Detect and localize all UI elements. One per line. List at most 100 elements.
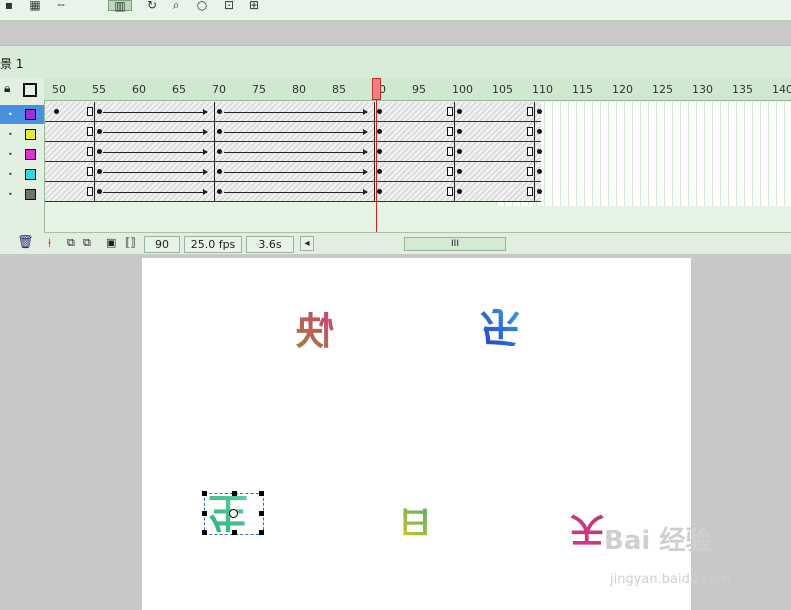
circle-icon[interactable]: ○ — [193, 0, 211, 12]
end-frame-marker[interactable] — [447, 187, 453, 196]
scroll-left-icon[interactable]: ◂ — [300, 236, 314, 251]
playhead[interactable] — [372, 78, 381, 100]
layers-icon[interactable]: ▦ — [26, 0, 44, 12]
end-frame-marker[interactable] — [87, 127, 93, 136]
end-frame-marker[interactable] — [527, 107, 533, 116]
end-frame-marker[interactable] — [527, 187, 533, 196]
current-frame-field[interactable]: 90 — [144, 236, 180, 253]
layer-color-swatch[interactable] — [25, 149, 36, 160]
end-frame-marker[interactable] — [87, 107, 93, 116]
doc-icon[interactable]: ▪ — [0, 0, 18, 12]
end-frame-marker[interactable] — [87, 187, 93, 196]
keyframe-divider — [374, 142, 375, 161]
keyframe-dot[interactable] — [217, 109, 222, 114]
end-frame-marker[interactable] — [87, 167, 93, 176]
onion-skin-icon[interactable]: ⧉ — [67, 236, 75, 250]
ruler-tick: 120 — [612, 83, 633, 96]
visibility-dot-icon[interactable]: • — [8, 190, 13, 199]
keyframe-dot[interactable] — [377, 189, 382, 194]
visibility-dot-icon[interactable]: • — [8, 170, 13, 179]
keyframe-dot[interactable] — [537, 129, 542, 134]
transform-pivot[interactable] — [229, 509, 238, 518]
end-frame-marker[interactable] — [447, 107, 453, 116]
zoom-icon[interactable]: ⌕ — [167, 0, 185, 12]
visibility-dot-icon[interactable]: • — [8, 150, 13, 159]
keyframe-dot[interactable] — [217, 129, 222, 134]
keyframe-dot[interactable] — [457, 129, 462, 134]
keyframe-dot[interactable] — [97, 189, 102, 194]
keyframe-dot[interactable] — [217, 149, 222, 154]
ruler-tick: 75 — [252, 83, 266, 96]
onion-markers-icon[interactable]: ⟦⟧ — [125, 236, 136, 249]
stage[interactable] — [142, 258, 691, 610]
keyframe-dot[interactable] — [97, 149, 102, 154]
resize-handle[interactable] — [202, 530, 207, 535]
animated-character[interactable]: 乐 — [480, 303, 520, 350]
keyframe-dot[interactable] — [377, 169, 382, 174]
end-frame-marker[interactable] — [447, 127, 453, 136]
resize-handle[interactable] — [232, 491, 237, 496]
layer-color-swatch[interactable] — [25, 109, 36, 120]
center-frame-icon[interactable]: ⍿ — [48, 236, 51, 251]
keyframe-dot[interactable] — [457, 109, 462, 114]
keyframe-dot[interactable] — [457, 149, 462, 154]
keyframe-dot[interactable] — [377, 109, 382, 114]
resize-handle[interactable] — [259, 491, 264, 496]
frame-ruler[interactable]: 50 55 60 65 70 75 80 85 90 95 100 105 11… — [44, 78, 791, 101]
visibility-dot-icon[interactable]: • — [8, 130, 13, 139]
resize-handle[interactable] — [202, 491, 207, 496]
resize-handle[interactable] — [232, 530, 237, 535]
keyframe-dot[interactable] — [377, 149, 382, 154]
keyframe-dot[interactable] — [97, 129, 102, 134]
elapsed-time-field[interactable]: 3.6s — [246, 236, 294, 253]
end-frame-marker[interactable] — [527, 167, 533, 176]
keyframe-dot[interactable] — [457, 189, 462, 194]
end-frame-marker[interactable] — [87, 147, 93, 156]
layer-color-swatch[interactable] — [25, 169, 36, 180]
keyframe-dot[interactable] — [97, 169, 102, 174]
rotate-icon[interactable]: ↻ — [143, 0, 161, 12]
selection-bounding-box[interactable] — [202, 491, 264, 535]
watermark-url: jingyan.baidu.com — [610, 572, 730, 587]
end-frame-marker[interactable] — [447, 167, 453, 176]
keyframe-dot[interactable] — [537, 149, 542, 154]
animated-character[interactable]: 快 — [296, 308, 334, 353]
animated-character[interactable]: 日 — [398, 503, 432, 539]
layer-color-swatch[interactable] — [25, 189, 36, 200]
keyframe-dot[interactable] — [537, 189, 542, 194]
keyframe-dot[interactable] — [54, 109, 59, 114]
edit-multiple-icon[interactable]: ▣ — [106, 236, 116, 249]
keyframe-dot[interactable] — [537, 109, 542, 114]
end-frame-marker[interactable] — [527, 127, 533, 136]
animated-character[interactable]: 天 — [570, 509, 604, 549]
keyframe-dot[interactable] — [97, 109, 102, 114]
keyframe-dot[interactable] — [537, 169, 542, 174]
end-frame-marker[interactable] — [527, 147, 533, 156]
keyframe-divider — [214, 102, 215, 121]
transform-icon[interactable]: ⊞ — [245, 0, 263, 12]
keyframe-dot[interactable] — [377, 129, 382, 134]
lock-icon[interactable]: 🔒︎ — [4, 81, 10, 96]
ruler-tick: 125 — [652, 83, 673, 96]
onion-outline-icon[interactable]: ⧉ — [83, 236, 91, 250]
resize-handle[interactable] — [202, 511, 207, 516]
fps-field[interactable]: 25.0 fps — [184, 236, 242, 253]
visibility-dot-icon[interactable]: • — [8, 110, 13, 119]
keyframe-dot[interactable] — [217, 189, 222, 194]
horizontal-scrollbar[interactable]: III — [404, 237, 506, 251]
trash-icon[interactable]: 🗑︎ — [17, 235, 34, 250]
outline-icon[interactable] — [23, 83, 37, 97]
grid-icon[interactable]: ▥ — [108, 0, 132, 12]
dash-icon[interactable]: ╌ — [52, 0, 70, 12]
resize-handle[interactable] — [259, 530, 264, 535]
end-frame-marker[interactable] — [447, 147, 453, 156]
resize-handle[interactable] — [259, 511, 264, 516]
keyframe-dot[interactable] — [217, 169, 222, 174]
layer-color-swatch[interactable] — [25, 129, 36, 140]
scene-label[interactable]: 景 1 — [0, 55, 23, 72]
timeline-status-bar: ⍿ ⧉ ⧉ ▣ ⟦⟧ 90 25.0 fps 3.6s ◂ III — [44, 232, 791, 255]
keyframe-dot[interactable] — [457, 169, 462, 174]
layer-row-selected[interactable] — [0, 105, 44, 124]
keyframe-divider — [94, 162, 95, 181]
align-icon[interactable]: ⊡ — [220, 0, 238, 12]
